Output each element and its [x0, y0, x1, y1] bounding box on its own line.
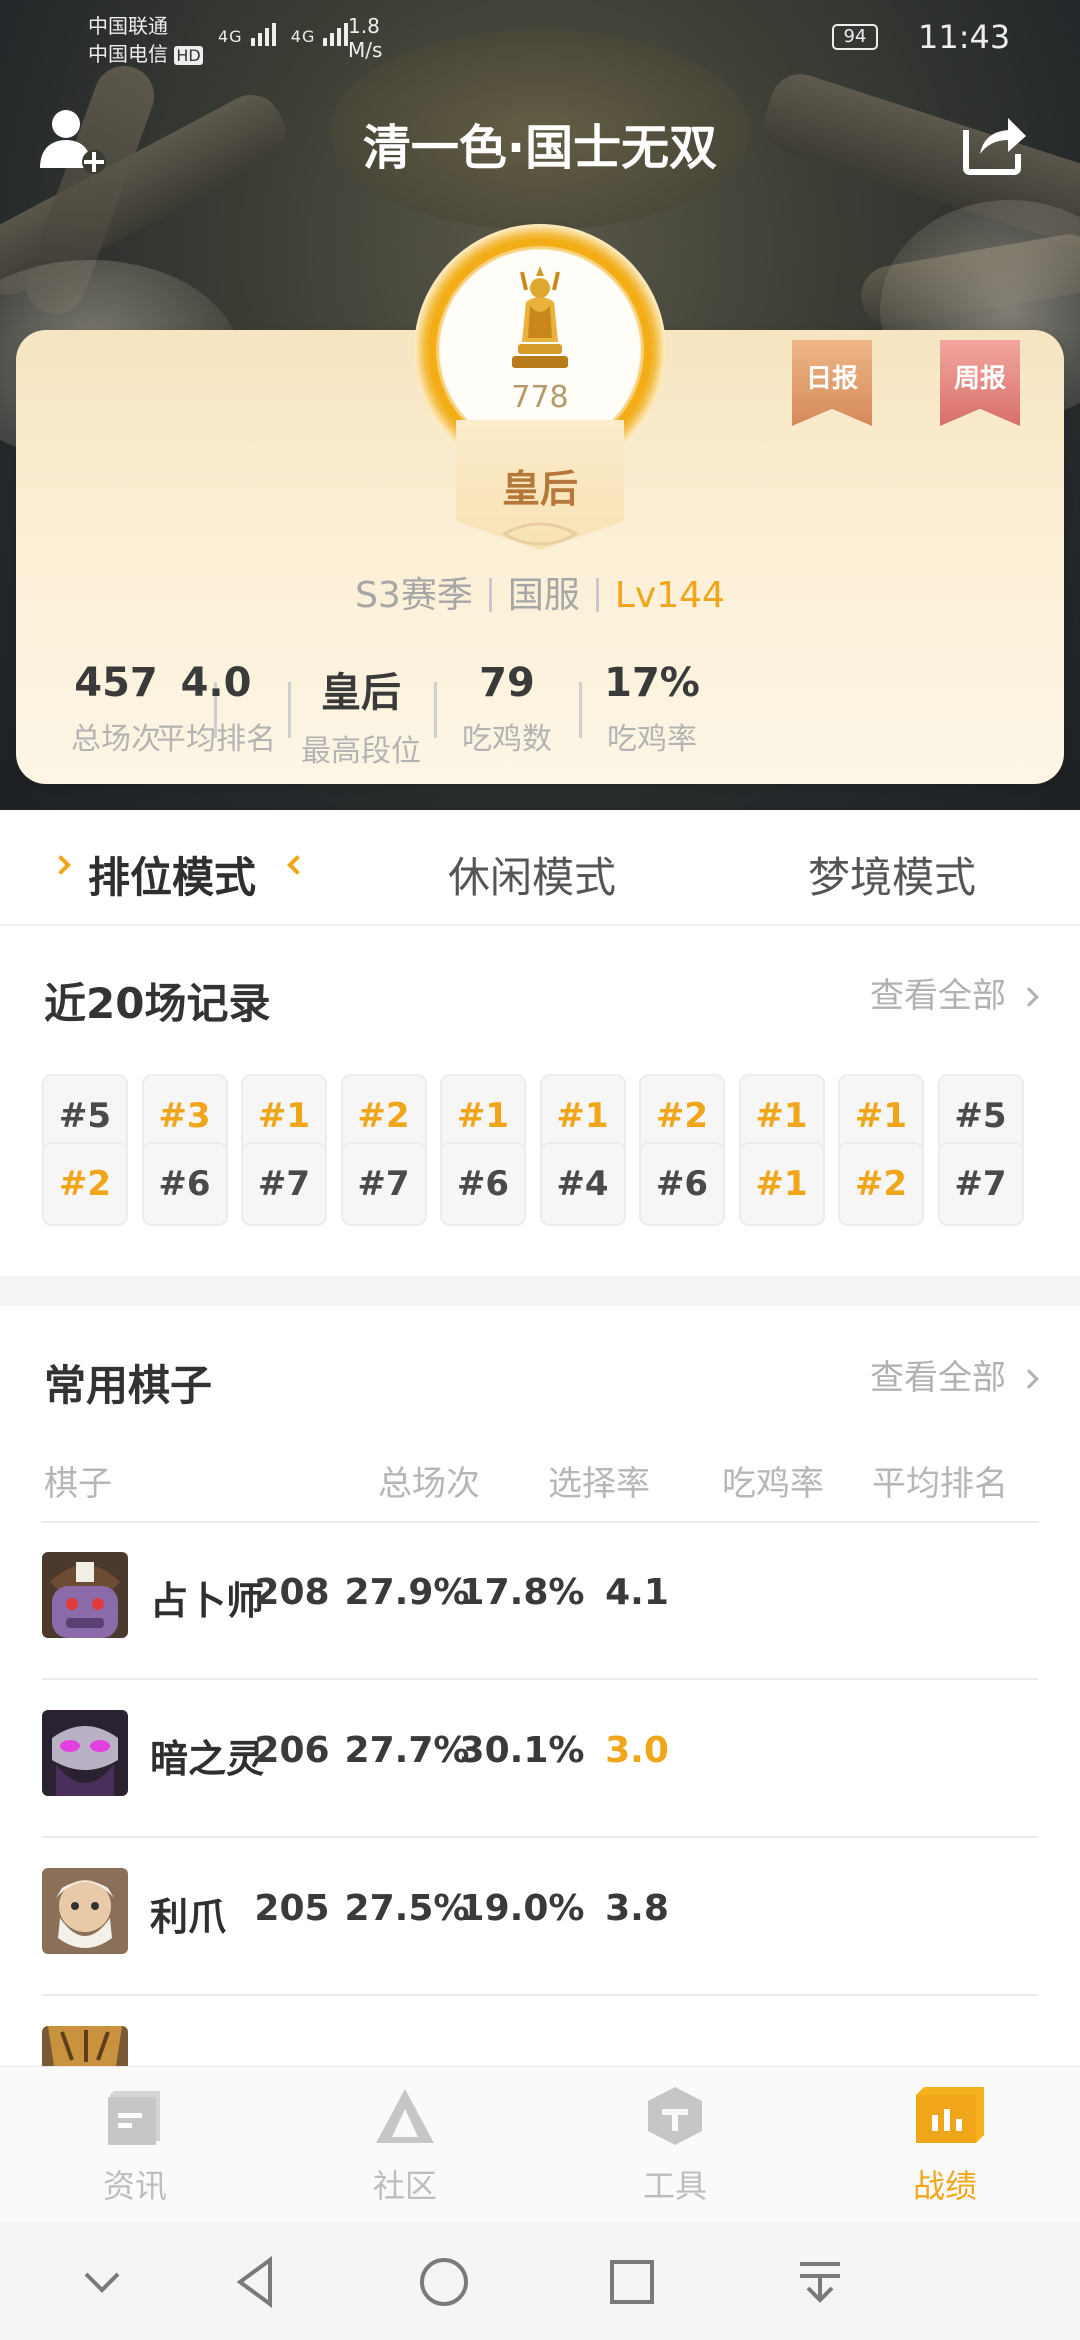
- piece-avg-rank: 3.0: [605, 1730, 669, 1771]
- season-label: S3赛季: [355, 575, 473, 616]
- season-info: S3赛季 国服 Lv144: [0, 566, 1080, 618]
- divider: [595, 578, 599, 612]
- banner-ornament-icon: [500, 522, 580, 546]
- stats-row: 457 总场次: [16, 660, 1064, 770]
- tab-selected-right-icon: [287, 855, 307, 875]
- piece-avg-rank: 3.8: [605, 1888, 669, 1929]
- record-chip[interactable]: #7: [937, 1142, 1024, 1226]
- divider: [42, 1521, 1038, 1523]
- mode-tabs: 排位模式 休闲模式 梦境模式: [0, 810, 1080, 926]
- add-friend-icon[interactable]: [34, 102, 110, 178]
- tab-casual[interactable]: 休闲模式: [448, 844, 616, 905]
- piece-avatar-icon: [42, 1552, 128, 1638]
- pieces-title: 常用棋子: [44, 1361, 213, 1410]
- chevron-right-icon: [1019, 987, 1039, 1007]
- speed-value: 1.8: [348, 14, 380, 38]
- nav-label: 工具: [642, 2167, 707, 2205]
- piece-avatar-icon: [42, 2026, 128, 2066]
- server-label: 国服: [507, 575, 580, 616]
- carrier-2: 中国电信 HD: [88, 42, 203, 66]
- record-chip[interactable]: #1: [738, 1142, 825, 1226]
- chevron-right-icon: [1019, 1369, 1039, 1389]
- signal-1-label: 4G: [218, 27, 243, 46]
- tab-ranked[interactable]: 排位模式: [88, 844, 256, 905]
- record-chip[interactable]: #4: [539, 1142, 626, 1226]
- piece-avg-rank: 4.1: [605, 1572, 669, 1613]
- record-chip[interactable]: #7: [241, 1142, 327, 1226]
- home-icon[interactable]: [414, 2252, 474, 2312]
- rank-name: 皇后: [501, 467, 578, 511]
- recents-icon[interactable]: [602, 2252, 662, 2312]
- stat-value: 457: [74, 660, 158, 706]
- table-row[interactable]: 暗之灵 206 27.7% 30.1% 3.0: [42, 1682, 1038, 1838]
- tab-selected-left-icon: [51, 855, 71, 875]
- tools-icon: [644, 2085, 706, 2147]
- clock: 11:43: [918, 18, 1011, 56]
- table-row[interactable]: 占卜师 208 27.9% 17.8% 4.1: [42, 1524, 1038, 1680]
- divider: [214, 682, 217, 738]
- battery-indicator: 94: [832, 24, 878, 50]
- record-chip[interactable]: #6: [639, 1142, 725, 1226]
- share-icon[interactable]: [958, 106, 1030, 178]
- col-header-games: 总场次: [378, 1464, 480, 1504]
- record-chip[interactable]: #2: [838, 1142, 924, 1226]
- carrier-1: 中国联通: [88, 14, 168, 38]
- divider: [488, 578, 492, 612]
- col-header-piece: 棋子: [44, 1464, 112, 1504]
- stat-total-games: 457 总场次: [16, 660, 216, 758]
- view-all-label: 查看全部: [870, 976, 1006, 1016]
- community-icon: [374, 2085, 436, 2147]
- record-chip[interactable]: #7: [340, 1142, 427, 1226]
- page-title: 清一色·国士无双: [362, 120, 718, 176]
- bottom-nav: 资讯 社区 工具 战绩: [0, 2066, 1080, 2222]
- col-header-win-rate: 吃鸡率: [722, 1464, 824, 1504]
- carrier-labels: 中国联通 中国电信 HD: [88, 12, 203, 70]
- record-chip[interactable]: #2: [42, 1142, 128, 1226]
- records-view-all-link[interactable]: 查看全部: [870, 968, 1039, 1017]
- notification-pulldown-icon[interactable]: [790, 2252, 850, 2312]
- queen-trophy-icon: [504, 262, 576, 372]
- signal-indicators: 4G 4G: [218, 22, 357, 46]
- news-icon: [104, 2085, 166, 2147]
- nav-label: 战绩: [912, 2167, 977, 2205]
- nav-label: 社区: [372, 2167, 437, 2205]
- col-header-pick-rate: 选择率: [548, 1464, 650, 1504]
- piece-avatar-icon: [42, 1710, 128, 1796]
- network-speed: 1.8 M/s: [348, 14, 382, 62]
- record-chip[interactable]: #6: [141, 1142, 228, 1226]
- speed-unit: M/s: [348, 38, 383, 62]
- table-row-partial[interactable]: [42, 1998, 1038, 2066]
- table-row[interactable]: 利爪 205 27.5% 19.0% 3.8: [42, 1840, 1038, 1996]
- tab-dream[interactable]: 梦境模式: [808, 844, 976, 905]
- record-chip[interactable]: #6: [440, 1142, 526, 1226]
- level-label: Lv144: [614, 575, 725, 616]
- medal-score: 778: [511, 380, 569, 415]
- col-header-avg-rank: 平均排名: [872, 1464, 1008, 1504]
- nav-records[interactable]: 战绩: [870, 2085, 1020, 2207]
- records-title: 近20场记录: [44, 979, 271, 1028]
- pieces-view-all-link[interactable]: 查看全部: [870, 1350, 1039, 1399]
- status-bar: 中国联通 中国电信 HD 4G 4G 1.8 M/s 94 11:43: [0, 0, 1080, 80]
- stat-label: 总场次: [71, 722, 161, 757]
- signal-icon: [250, 23, 276, 46]
- nav-news[interactable]: 资讯: [60, 2085, 210, 2207]
- back-icon[interactable]: [226, 2252, 286, 2312]
- piece-name: 利爪: [150, 1895, 227, 1939]
- collapse-icon[interactable]: [72, 2252, 132, 2312]
- system-nav-bar: [0, 2222, 1080, 2340]
- nav-label: 资讯: [102, 2167, 167, 2205]
- signal-2-label: 4G: [290, 27, 316, 46]
- recent-records-section: 近20场记录 查看全部 #5 #3 #1 #2 #1 #1 #2 #1 #1 #5 #2 #6 #7 #7…: [0, 926, 1080, 1276]
- nav-tools[interactable]: 工具: [600, 2085, 750, 2207]
- record-icon: [914, 2085, 984, 2147]
- common-pieces-section: 常用棋子 查看全部 棋子 总场次 选择率 吃鸡率 平均排名 占卜师 208 27…: [0, 1306, 1080, 2066]
- view-all-label: 查看全部: [870, 1358, 1006, 1398]
- hd-badge: HD: [174, 46, 203, 65]
- piece-avatar-icon: [42, 1868, 128, 1954]
- nav-community[interactable]: 社区: [330, 2085, 480, 2207]
